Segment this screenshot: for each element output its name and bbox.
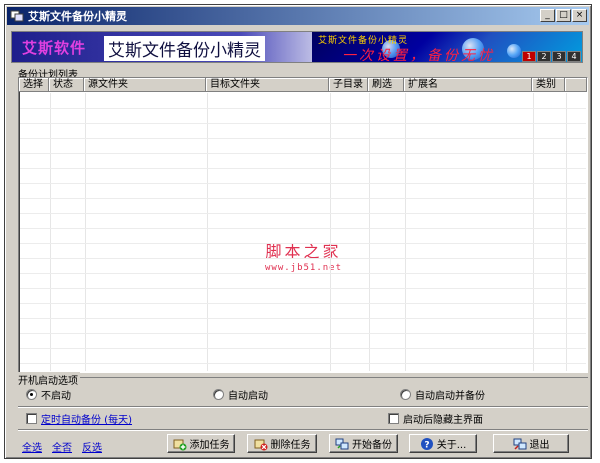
grid-row-line [20, 183, 586, 184]
task-list-body[interactable]: 脚本之家 www.jb51.net [20, 93, 586, 371]
window-title: 艾斯文件备份小精灵 [28, 10, 127, 23]
scheduled-backup-link[interactable]: 定时自动备份 (每天) [41, 411, 132, 426]
hide-main-option[interactable]: 启动后隐藏主界面 [388, 411, 483, 426]
grid-row-line [20, 348, 586, 349]
grid-row-line [20, 363, 586, 364]
grid-row-line [20, 123, 586, 124]
exit-button[interactable]: 退出 [493, 434, 569, 453]
bubble-decoration [507, 44, 521, 58]
about-button[interactable]: ? 关于... [409, 434, 477, 453]
grid-row-line [20, 213, 586, 214]
grid-column-line [330, 93, 331, 371]
banner-animation: 艾斯文件备份小精灵 一次设置，备份无忧 1 2 3 4 [312, 32, 582, 63]
exit-label: 退出 [529, 440, 550, 451]
svg-text:?: ? [424, 440, 429, 450]
delete-task-button[interactable]: 删除任务 [247, 434, 317, 453]
grid-column-line [405, 93, 406, 371]
task-list-header: 选择 状态 源文件夹 目标文件夹 子目录 刷选 扩展名 类别 [19, 78, 587, 92]
hide-main-label: 启动后隐藏主界面 [403, 415, 483, 426]
backup-icon [335, 437, 349, 451]
column-header-status[interactable]: 状态 [49, 78, 84, 92]
grid-row-line [20, 333, 586, 334]
radio-button[interactable] [213, 389, 224, 400]
bottom-toolbar: 全选 全否 反选 添加任务 删除任务 开始备份 ? 关于... 退出 [18, 429, 588, 455]
delete-task-label: 删除任务 [270, 440, 311, 451]
banner-logo: 艾斯软件 [22, 39, 87, 57]
grid-row-line [20, 198, 586, 199]
hide-main-checkbox[interactable] [388, 413, 399, 424]
grid-column-line [566, 93, 567, 371]
select-all-link[interactable]: 全选 [22, 439, 42, 454]
add-task-icon [173, 437, 187, 451]
about-label: 关于... [436, 440, 467, 451]
scheduled-backup-checkbox[interactable] [26, 413, 37, 424]
grid-row-line [20, 138, 586, 139]
app-icon [10, 9, 24, 23]
delete-task-icon [254, 437, 268, 451]
radio-label: 自动启动 [228, 391, 268, 402]
selection-links: 全选 全否 反选 [22, 439, 102, 454]
header-banner: 艾斯软件 艾斯文件备份小精灵 艾斯文件备份小精灵 一次设置，备份无忧 1 2 3… [11, 31, 583, 63]
grid-column-line [533, 93, 534, 371]
task-list-view[interactable]: 选择 状态 源文件夹 目标文件夹 子目录 刷选 扩展名 类别 脚本之家 www.… [18, 77, 588, 373]
banner-tab-2[interactable]: 2 [537, 51, 551, 62]
grid-row-line [20, 168, 586, 169]
column-header-extension[interactable]: 扩展名 [404, 78, 532, 92]
grid-row-line [20, 153, 586, 154]
grid-row-line [20, 243, 586, 244]
close-button[interactable]: × [572, 9, 587, 22]
maximize-button[interactable]: □ [556, 9, 571, 22]
grid-row-line [20, 228, 586, 229]
grid-column-line [369, 93, 370, 371]
start-backup-label: 开始备份 [352, 440, 392, 451]
grid-row-line [20, 258, 586, 259]
app-window: 艾斯文件备份小精灵 _ □ × 艾斯软件 艾斯文件备份小精灵 艾斯文件备份小精灵… [4, 4, 592, 459]
grid-column-line [207, 93, 208, 371]
grid-column-line [50, 93, 51, 371]
grid-row-line [20, 288, 586, 289]
banner-slogan-main: 一次设置，备份无忧 [342, 48, 495, 63]
column-header-select[interactable]: 选择 [19, 78, 49, 92]
minimize-button[interactable]: _ [540, 9, 555, 22]
column-header-target[interactable]: 目标文件夹 [206, 78, 329, 92]
column-header-filter[interactable]: 刷选 [368, 78, 404, 92]
banner-tab-1[interactable]: 1 [522, 51, 536, 62]
exit-icon [513, 437, 527, 451]
invert-selection-link[interactable]: 反选 [82, 439, 102, 454]
radio-label: 不启动 [41, 391, 71, 402]
startup-group-title: 开机启动选项 [18, 372, 80, 387]
help-icon: ? [420, 437, 434, 451]
startup-options-group: 开机启动选项 不启动 自动启动 自动启动并备份 [18, 372, 588, 403]
column-header-filler [565, 78, 587, 92]
banner-tabs: 1 2 3 4 [522, 51, 581, 62]
start-backup-button[interactable]: 开始备份 [329, 434, 398, 453]
radio-auto-start[interactable]: 自动启动 [213, 387, 268, 402]
title-bar[interactable]: 艾斯文件备份小精灵 _ □ × [7, 7, 589, 25]
grid-column-line [85, 93, 86, 371]
radio-no-start[interactable]: 不启动 [26, 387, 71, 402]
column-header-source[interactable]: 源文件夹 [84, 78, 206, 92]
radio-button[interactable] [400, 389, 411, 400]
radio-auto-start-backup[interactable]: 自动启动并备份 [400, 387, 485, 402]
add-task-button[interactable]: 添加任务 [167, 434, 235, 453]
column-header-category[interactable]: 类别 [532, 78, 565, 92]
select-none-link[interactable]: 全否 [52, 439, 72, 454]
column-header-subdir[interactable]: 子目录 [329, 78, 368, 92]
grid-row-line [20, 318, 586, 319]
radio-button[interactable] [26, 389, 37, 400]
options-row: 定时自动备份 (每天) 启动后隐藏主界面 [18, 406, 588, 426]
banner-tab-3[interactable]: 3 [552, 51, 566, 62]
banner-app-name: 艾斯文件备份小精灵 [104, 36, 265, 61]
add-task-label: 添加任务 [189, 440, 230, 451]
grid-row-line [20, 108, 586, 109]
scheduled-backup-option[interactable]: 定时自动备份 (每天) [26, 411, 132, 426]
grid-row-line [20, 303, 586, 304]
grid-row-line [20, 273, 586, 274]
radio-label: 自动启动并备份 [415, 391, 485, 402]
banner-tab-4[interactable]: 4 [567, 51, 581, 62]
window-controls: _ □ × [540, 9, 587, 22]
